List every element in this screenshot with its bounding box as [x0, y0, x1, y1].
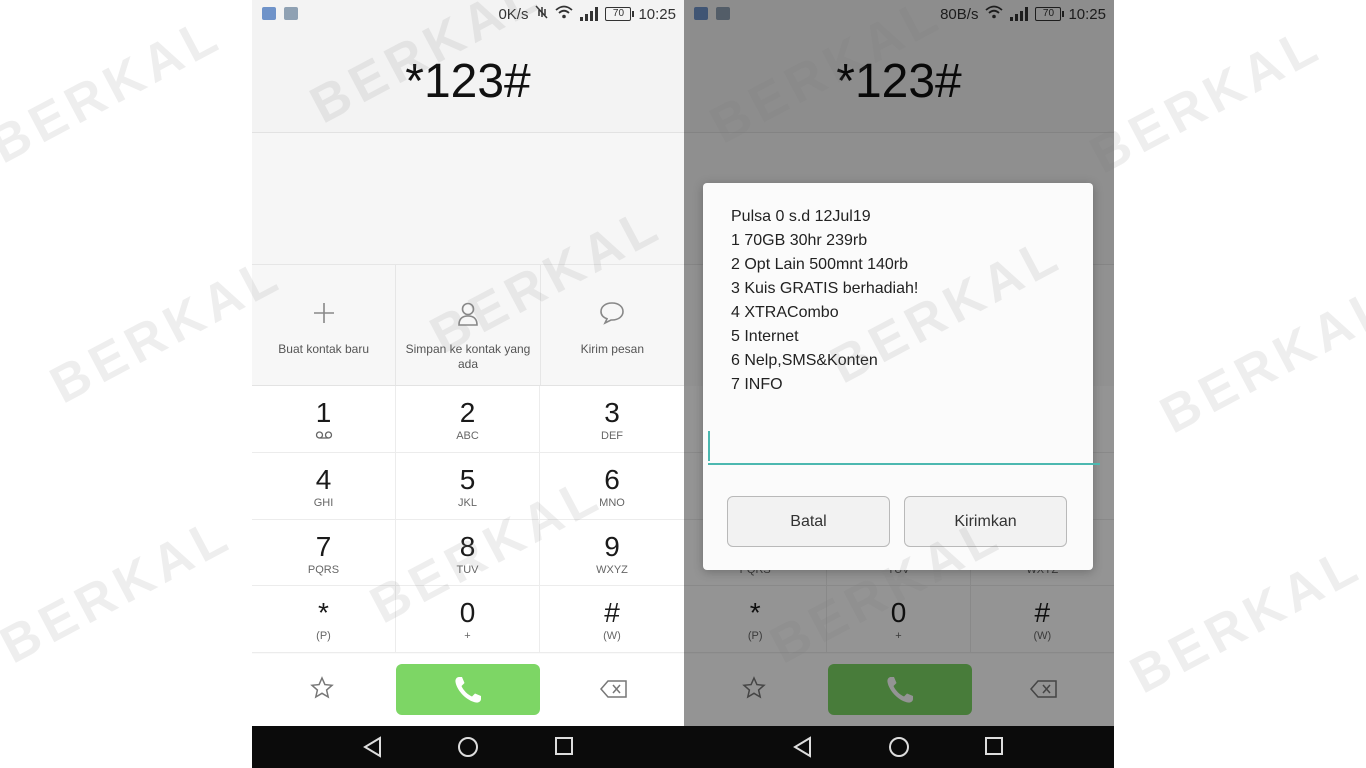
add-icon	[312, 301, 336, 330]
ussd-line: 3 Kuis GRATIS berhadiah!	[731, 280, 919, 297]
favorites-star-icon[interactable]	[310, 676, 334, 705]
clock: 10:25	[638, 5, 676, 23]
cancel-button[interactable]: Batal	[727, 496, 890, 547]
network-speed: 0K/s	[498, 5, 529, 23]
key-letters: ABC	[456, 430, 479, 442]
key-letters: (P)	[316, 630, 331, 643]
key-star[interactable]: * (P)	[252, 586, 396, 653]
key-8[interactable]: 8 TUV	[396, 519, 540, 587]
dialer-screen-left: 0K/s 70 10:25 *123# Buat kontak baru Sim…	[252, 0, 684, 768]
home-icon[interactable]	[457, 736, 479, 763]
backspace-icon[interactable]	[600, 680, 628, 703]
number-display: *123#	[252, 28, 684, 133]
key-digit: 8	[459, 530, 476, 562]
key-digit: 6	[604, 463, 620, 495]
dialer-screen-right: 80B/s 70 10:25 *123# 1 2ABC 3DEF 4GHI 5J…	[684, 0, 1114, 768]
ussd-line: Pulsa 0 s.d 12Jul19	[731, 208, 871, 225]
watermark-text: BERKAL	[1151, 275, 1366, 445]
key-9[interactable]: 9 WXYZ	[540, 520, 684, 587]
key-letters: TUV	[456, 563, 479, 576]
key-digit: #	[604, 597, 620, 629]
key-7[interactable]: 7 PQRS	[252, 519, 396, 587]
recents-icon[interactable]	[984, 736, 1004, 761]
key-letters: (W)	[603, 630, 621, 643]
ussd-line: 1 70GB 30hr 239rb	[731, 232, 868, 249]
send-button[interactable]: Kirimkan	[904, 496, 1067, 547]
ussd-line: 2 Opt Lain 500mnt 140rb	[731, 256, 909, 273]
watermark-text: BERKAL	[0, 505, 242, 675]
navigation-bar	[684, 726, 1114, 768]
mute-icon	[535, 5, 549, 23]
recents-icon[interactable]	[554, 736, 574, 761]
dialed-number[interactable]: *123#	[252, 54, 684, 109]
watermark-text: BERKAL	[1121, 535, 1366, 705]
key-letters: JKL	[458, 496, 477, 509]
action-label: Kirim pesan	[580, 342, 644, 356]
key-3[interactable]: 3 DEF	[540, 386, 684, 453]
watermark-text: BERKAL	[0, 5, 232, 175]
key-letters: +	[464, 630, 471, 643]
suggestion-area	[252, 133, 684, 265]
ussd-line: 7 INFO	[731, 376, 783, 393]
navigation-bar	[252, 726, 684, 768]
key-letters: PQRS	[307, 563, 340, 576]
key-digit: 3	[604, 397, 620, 428]
wifi-icon	[555, 5, 574, 23]
home-icon[interactable]	[888, 736, 910, 763]
back-icon[interactable]	[792, 736, 814, 763]
save-to-existing-contact-button[interactable]: Simpan ke kontak yang ada	[396, 265, 541, 385]
ussd-line: 6 Nelp,SMS&Konten	[731, 352, 878, 369]
text-cursor	[708, 431, 710, 461]
message-icon	[599, 301, 625, 330]
key-digit: 1	[315, 397, 332, 428]
key-4[interactable]: 4 GHI	[252, 452, 396, 520]
action-label: Buat kontak baru	[278, 342, 370, 356]
signal-icon	[580, 7, 599, 21]
key-6[interactable]: 6 MNO	[540, 453, 684, 520]
keypad: 1 2 ABC 3 DEF 4GHI 5JKL 6MNO 7PQRS 8TUV 9W…	[252, 386, 684, 653]
ussd-reply-input[interactable]	[708, 429, 1100, 465]
person-icon	[456, 301, 480, 332]
key-5[interactable]: 5 JKL	[396, 452, 540, 520]
watermark-text: BERKAL	[1081, 15, 1332, 185]
send-message-button[interactable]: Kirim pesan	[541, 265, 684, 385]
key-hash[interactable]: # (W)	[540, 586, 684, 653]
ussd-dialog: Pulsa 0 s.d 12Jul19 1 70GB 30hr 239rb 2 …	[703, 183, 1100, 570]
key-digit: *	[318, 597, 329, 629]
key-1[interactable]: 1	[252, 386, 396, 453]
key-0[interactable]: 0 +	[396, 586, 540, 653]
call-bar	[252, 654, 684, 726]
key-2[interactable]: 2 ABC	[396, 386, 540, 453]
key-digit: 7	[315, 530, 332, 562]
quick-actions: Buat kontak baru Simpan ke kontak yang a…	[252, 265, 684, 386]
phone-icon	[455, 677, 481, 703]
key-digit: 2	[459, 397, 476, 428]
key-digit: 0	[459, 597, 476, 629]
voicemail-icon	[252, 430, 395, 443]
back-icon[interactable]	[362, 736, 384, 763]
key-digit: 5	[459, 463, 476, 495]
ussd-line: 5 Internet	[731, 328, 799, 345]
screenshot-icon	[284, 7, 298, 20]
ussd-line: 4 XTRACombo	[731, 304, 839, 321]
key-digit: 9	[604, 530, 620, 562]
key-digit: 4	[315, 463, 332, 495]
ussd-message: Pulsa 0 s.d 12Jul19 1 70GB 30hr 239rb 2 …	[731, 205, 918, 397]
action-label: Simpan ke kontak yang ada	[405, 342, 531, 371]
battery-icon: 70	[605, 7, 635, 21]
key-letters: MNO	[599, 496, 625, 509]
create-contact-button[interactable]: Buat kontak baru	[252, 265, 397, 385]
call-button[interactable]	[396, 664, 540, 715]
key-letters: GHI	[313, 496, 334, 509]
key-letters: DEF	[601, 430, 623, 442]
status-bar: 0K/s 70 10:25	[252, 0, 684, 28]
key-letters: WXYZ	[596, 563, 628, 576]
notification-icon	[262, 7, 276, 20]
